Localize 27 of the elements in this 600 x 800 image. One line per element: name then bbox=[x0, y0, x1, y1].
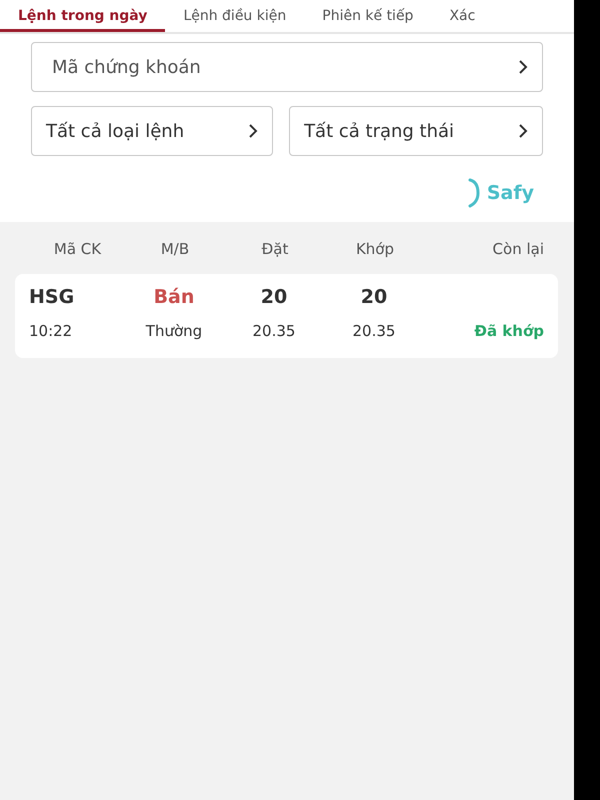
column-header: M/B bbox=[160, 240, 190, 258]
column-header: Khớp bbox=[354, 240, 396, 258]
chevron-right-icon bbox=[518, 123, 528, 139]
symbol-field[interactable]: Mã chứng khoán bbox=[31, 42, 543, 92]
tab[interactable]: Phiên kế tiếp bbox=[304, 0, 432, 32]
table-cell-text: 20.35 bbox=[252, 322, 296, 340]
status-select[interactable]: Tất cả trạng thái bbox=[289, 106, 543, 156]
table-cell-text: Đã khớp bbox=[473, 322, 544, 340]
order-card[interactable]: HSG Bán 20 20 10:22 Thường 20.35 20.35 Đã khớp bbox=[15, 274, 558, 358]
column-header: Mã CK bbox=[52, 240, 102, 258]
table-cell-text: Thường bbox=[144, 322, 204, 340]
tab[interactable]: Xác bbox=[431, 0, 494, 32]
table-cell-text: 20.35 bbox=[352, 322, 396, 340]
table-cell-text: HSG bbox=[29, 286, 76, 308]
order-type-select[interactable]: Tất cả loại lệnh bbox=[31, 106, 274, 156]
logo-icon bbox=[466, 178, 481, 208]
table-cell-text: 10:22 bbox=[29, 322, 74, 340]
brand-name: Safy bbox=[486, 182, 534, 204]
table-cell-text: 20 bbox=[260, 286, 288, 308]
tab[interactable]: Lệnh điều kiện bbox=[165, 0, 304, 32]
column-header: Đặt bbox=[260, 240, 290, 258]
table-cell-text: Bán bbox=[152, 286, 196, 308]
tab[interactable]: Lệnh trong ngày bbox=[0, 0, 166, 32]
chevron-right-icon bbox=[518, 59, 528, 75]
table-cell-text: 20 bbox=[360, 286, 388, 308]
chevron-right-icon bbox=[248, 123, 258, 139]
column-header: Còn lại bbox=[492, 240, 544, 258]
